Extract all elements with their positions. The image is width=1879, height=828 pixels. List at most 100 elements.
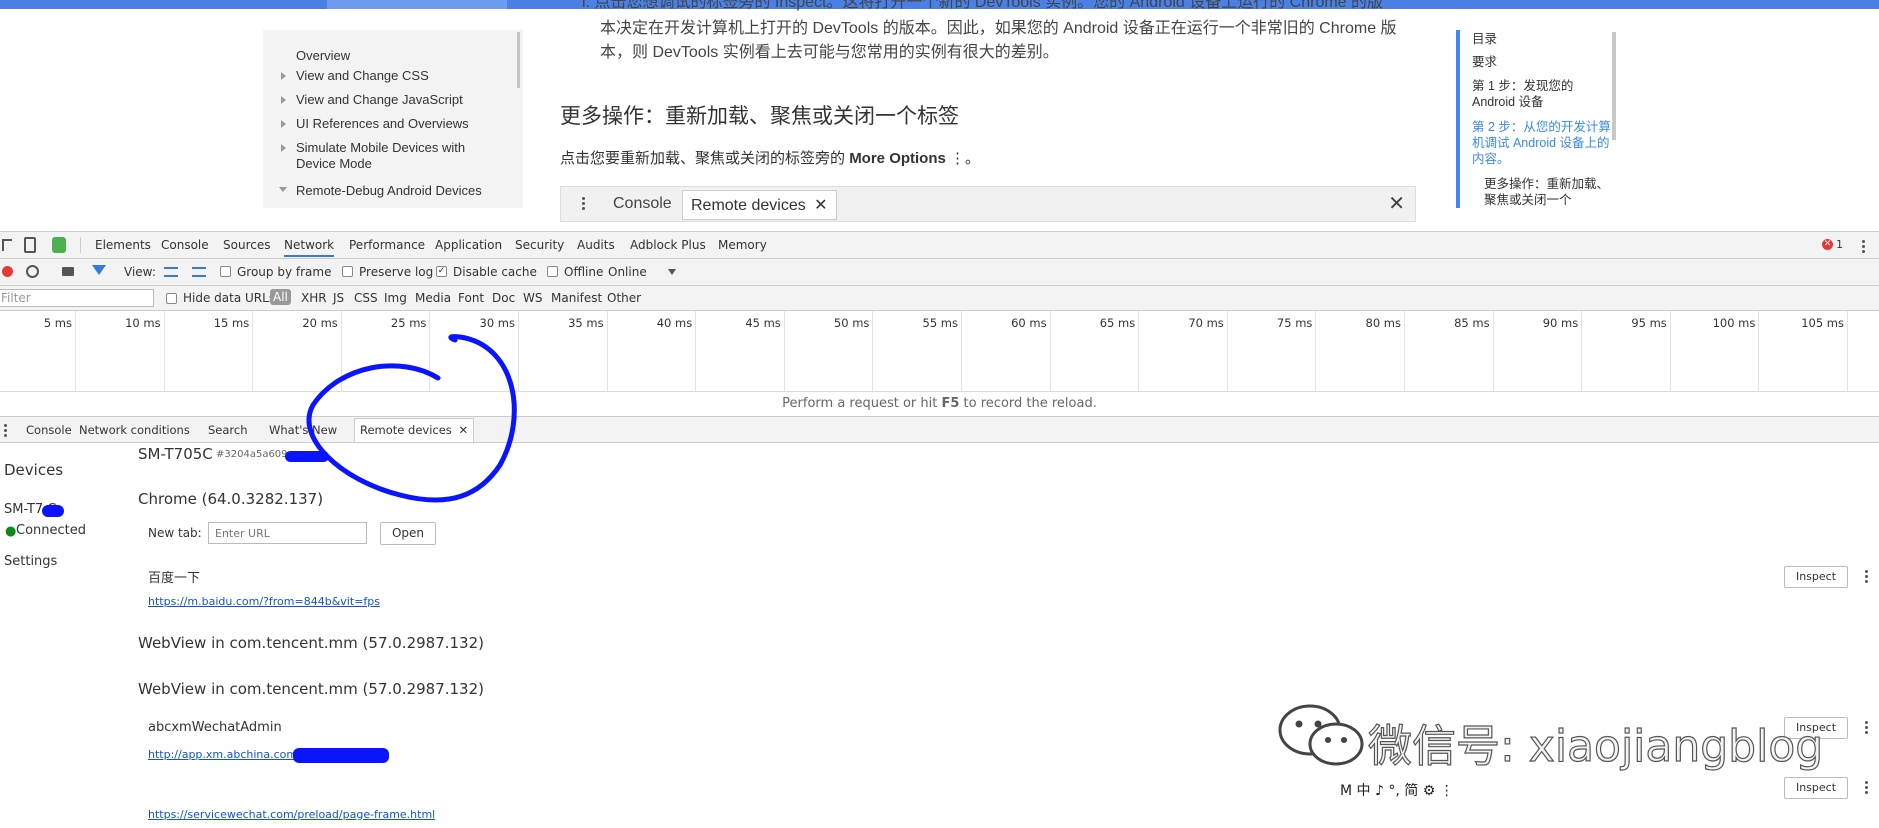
connection-status: Connected <box>16 523 87 538</box>
hide-data-urls-checkbox[interactable] <box>166 293 177 304</box>
table-of-contents: 目录 要求 第 1 步：发现您的 Android 设备 第 2 步：从您的开发计… <box>1456 30 1616 208</box>
nav-item-css[interactable]: View and Change CSS <box>296 68 429 84</box>
toc-item[interactable]: 更多操作：重新加载、聚焦或关闭一个 <box>1484 176 1610 208</box>
new-tab-label: New tab: <box>148 526 202 540</box>
settings-item[interactable]: Settings <box>4 554 57 569</box>
page-more-options-icon[interactable] <box>1865 721 1868 736</box>
record-hint: Perform a request or hit F5 to record th… <box>0 391 1879 415</box>
toc-scrollbar[interactable] <box>1612 32 1616 140</box>
filter-type-manifest[interactable]: Manifest <box>551 291 602 305</box>
article-line-1: 本决定在开发计算机上打开的 DevTools 的版本。因此，如果您的 Andro… <box>600 20 1397 37</box>
page-url-link[interactable]: http://app.xm.abchina.com/ <box>148 748 301 761</box>
devices-heading: Devices <box>4 461 64 479</box>
filter-type-img[interactable]: Img <box>384 291 407 305</box>
tab-audits[interactable]: Audits <box>577 238 615 252</box>
drawer-menu-icon[interactable] <box>4 424 7 439</box>
filter-type-xhr[interactable]: XHR <box>301 291 327 305</box>
redaction-mark <box>293 748 389 763</box>
example-devtools-screenshot: Console Remote devices ✕ ✕ <box>560 186 1416 222</box>
wechat-logo-icon <box>1278 704 1364 766</box>
filter-type-doc[interactable]: Doc <box>492 291 515 305</box>
nav-item-overview[interactable]: Overview <box>296 48 350 64</box>
inspect-button[interactable]: Inspect <box>1784 777 1848 799</box>
expand-arrow-icon[interactable] <box>281 72 286 80</box>
filter-type-ws[interactable]: WS <box>523 291 542 305</box>
drawer-tab-search[interactable]: Search <box>208 423 248 437</box>
network-overview-timeline[interactable]: 5 ms 10 ms 15 ms 20 ms 25 ms 30 ms 35 ms 40 ms 4… <box>0 311 1879 391</box>
collapse-arrow-icon[interactable] <box>279 187 287 192</box>
page-more-options-icon[interactable] <box>1865 781 1868 796</box>
group-by-frame-checkbox[interactable] <box>220 266 231 277</box>
page-title: 百度一下 <box>148 571 201 586</box>
page-url-link[interactable]: https://m.baidu.com/?from=844b&vit=fps <box>148 595 380 608</box>
waterfall-view-icon[interactable] <box>192 267 206 277</box>
filter-type-other[interactable]: Other <box>607 291 641 305</box>
error-icon[interactable]: ✕ <box>1822 239 1833 250</box>
error-count[interactable]: 1 <box>1836 238 1843 251</box>
throttling-select[interactable]: Online <box>608 265 647 279</box>
tab-memory[interactable]: Memory <box>718 238 767 252</box>
ime-toolbar[interactable]: M 中 ♪ °, 简 ⚙ ⋮ <box>1340 780 1454 800</box>
toc-item-active[interactable]: 第 2 步：从您的开发计算机调试 Android 设备上的内容。 <box>1472 119 1612 167</box>
tab-security[interactable]: Security <box>515 238 564 252</box>
filter-icon[interactable] <box>92 265 106 275</box>
tab-adblock-plus[interactable]: Adblock Plus <box>630 238 706 252</box>
record-icon[interactable] <box>2 266 13 277</box>
filter-type-font[interactable]: Font <box>458 291 484 305</box>
article-paragraph: 点击您要重新加载、聚焦或关闭的标签旁的 More Options ⋮。 <box>560 150 981 167</box>
tab-elements[interactable]: Elements <box>95 238 151 252</box>
article-heading: 更多操作：重新加载、聚焦或关闭一个标签 <box>560 105 959 128</box>
offline-checkbox[interactable] <box>547 266 558 277</box>
drawer-tab-network-conditions[interactable]: Network conditions <box>79 423 190 437</box>
toc-item[interactable]: 要求 <box>1472 54 1612 70</box>
watermark-text: 微信号: xiaojiangblog <box>1367 720 1824 772</box>
large-rows-icon[interactable] <box>164 267 178 277</box>
more-options-icon <box>582 197 585 212</box>
view-label: View: <box>124 265 156 279</box>
chevron-down-icon[interactable] <box>668 269 676 275</box>
devtools-menu-icon[interactable] <box>1862 240 1865 255</box>
disable-cache-checkbox[interactable]: ✓ <box>436 266 447 277</box>
article-line-top: i. 点击您想调试的标签旁的 Inspect。这将打开一个新的 DevTools… <box>582 0 1384 11</box>
expand-arrow-icon[interactable] <box>281 144 286 152</box>
filter-type-css[interactable]: CSS <box>354 291 378 305</box>
docnav-scrollbar[interactable] <box>517 32 520 88</box>
nav-item-ui-references[interactable]: UI References and Overviews <box>296 116 469 132</box>
drawer-tab-console[interactable]: Console <box>26 423 72 437</box>
tab-network[interactable]: Network <box>284 238 335 257</box>
nav-item-device-mode-line2[interactable]: Device Mode <box>296 156 372 172</box>
redaction-mark <box>42 505 64 517</box>
close-icon: ✕ <box>1388 191 1405 215</box>
inspect-element-icon[interactable] <box>2 239 12 251</box>
tab-console[interactable]: Console <box>161 238 209 252</box>
nav-item-device-mode[interactable]: Simulate Mobile Devices with <box>296 140 465 156</box>
toc-item[interactable]: 第 1 步：发现您的 Android 设备 <box>1472 78 1612 110</box>
device-serial: #3204a5a609 <box>216 449 288 460</box>
close-icon: ✕ <box>814 197 828 214</box>
browser-tab-strip[interactable] <box>327 0 507 9</box>
preserve-log-checkbox[interactable] <box>342 266 353 277</box>
filter-type-all[interactable]: All <box>270 289 291 305</box>
expand-arrow-icon[interactable] <box>281 96 286 104</box>
nav-item-remote-debug[interactable]: Remote-Debug Android Devices <box>296 183 482 199</box>
timeline-tick-label: 105 ms <box>1801 316 1844 330</box>
toc-heading: 目录 <box>1472 32 1498 46</box>
filter-type-media[interactable]: Media <box>415 291 451 305</box>
page-more-options-icon[interactable] <box>1865 570 1868 585</box>
vue-devtools-icon[interactable] <box>52 237 66 253</box>
open-tab-button[interactable]: Open <box>380 522 436 545</box>
nav-item-js[interactable]: View and Change JavaScript <box>296 92 463 108</box>
device-toolbar-icon[interactable] <box>24 237 36 253</box>
tab-application[interactable]: Application <box>435 238 502 252</box>
clear-icon[interactable] <box>26 265 39 278</box>
inspect-button[interactable]: Inspect <box>1784 566 1848 588</box>
filter-type-js[interactable]: JS <box>333 291 344 305</box>
drawer-tab-bar: Console Network conditions Search What's… <box>0 416 1879 443</box>
new-tab-url-input[interactable] <box>208 522 367 544</box>
expand-arrow-icon[interactable] <box>281 120 286 128</box>
page-url-link[interactable]: https://servicewechat.com/preload/page-f… <box>148 808 435 821</box>
filter-input[interactable]: Filter <box>0 289 154 307</box>
tab-sources[interactable]: Sources <box>223 238 270 252</box>
tab-performance[interactable]: Performance <box>349 238 425 252</box>
capture-screenshots-icon[interactable] <box>62 267 74 276</box>
